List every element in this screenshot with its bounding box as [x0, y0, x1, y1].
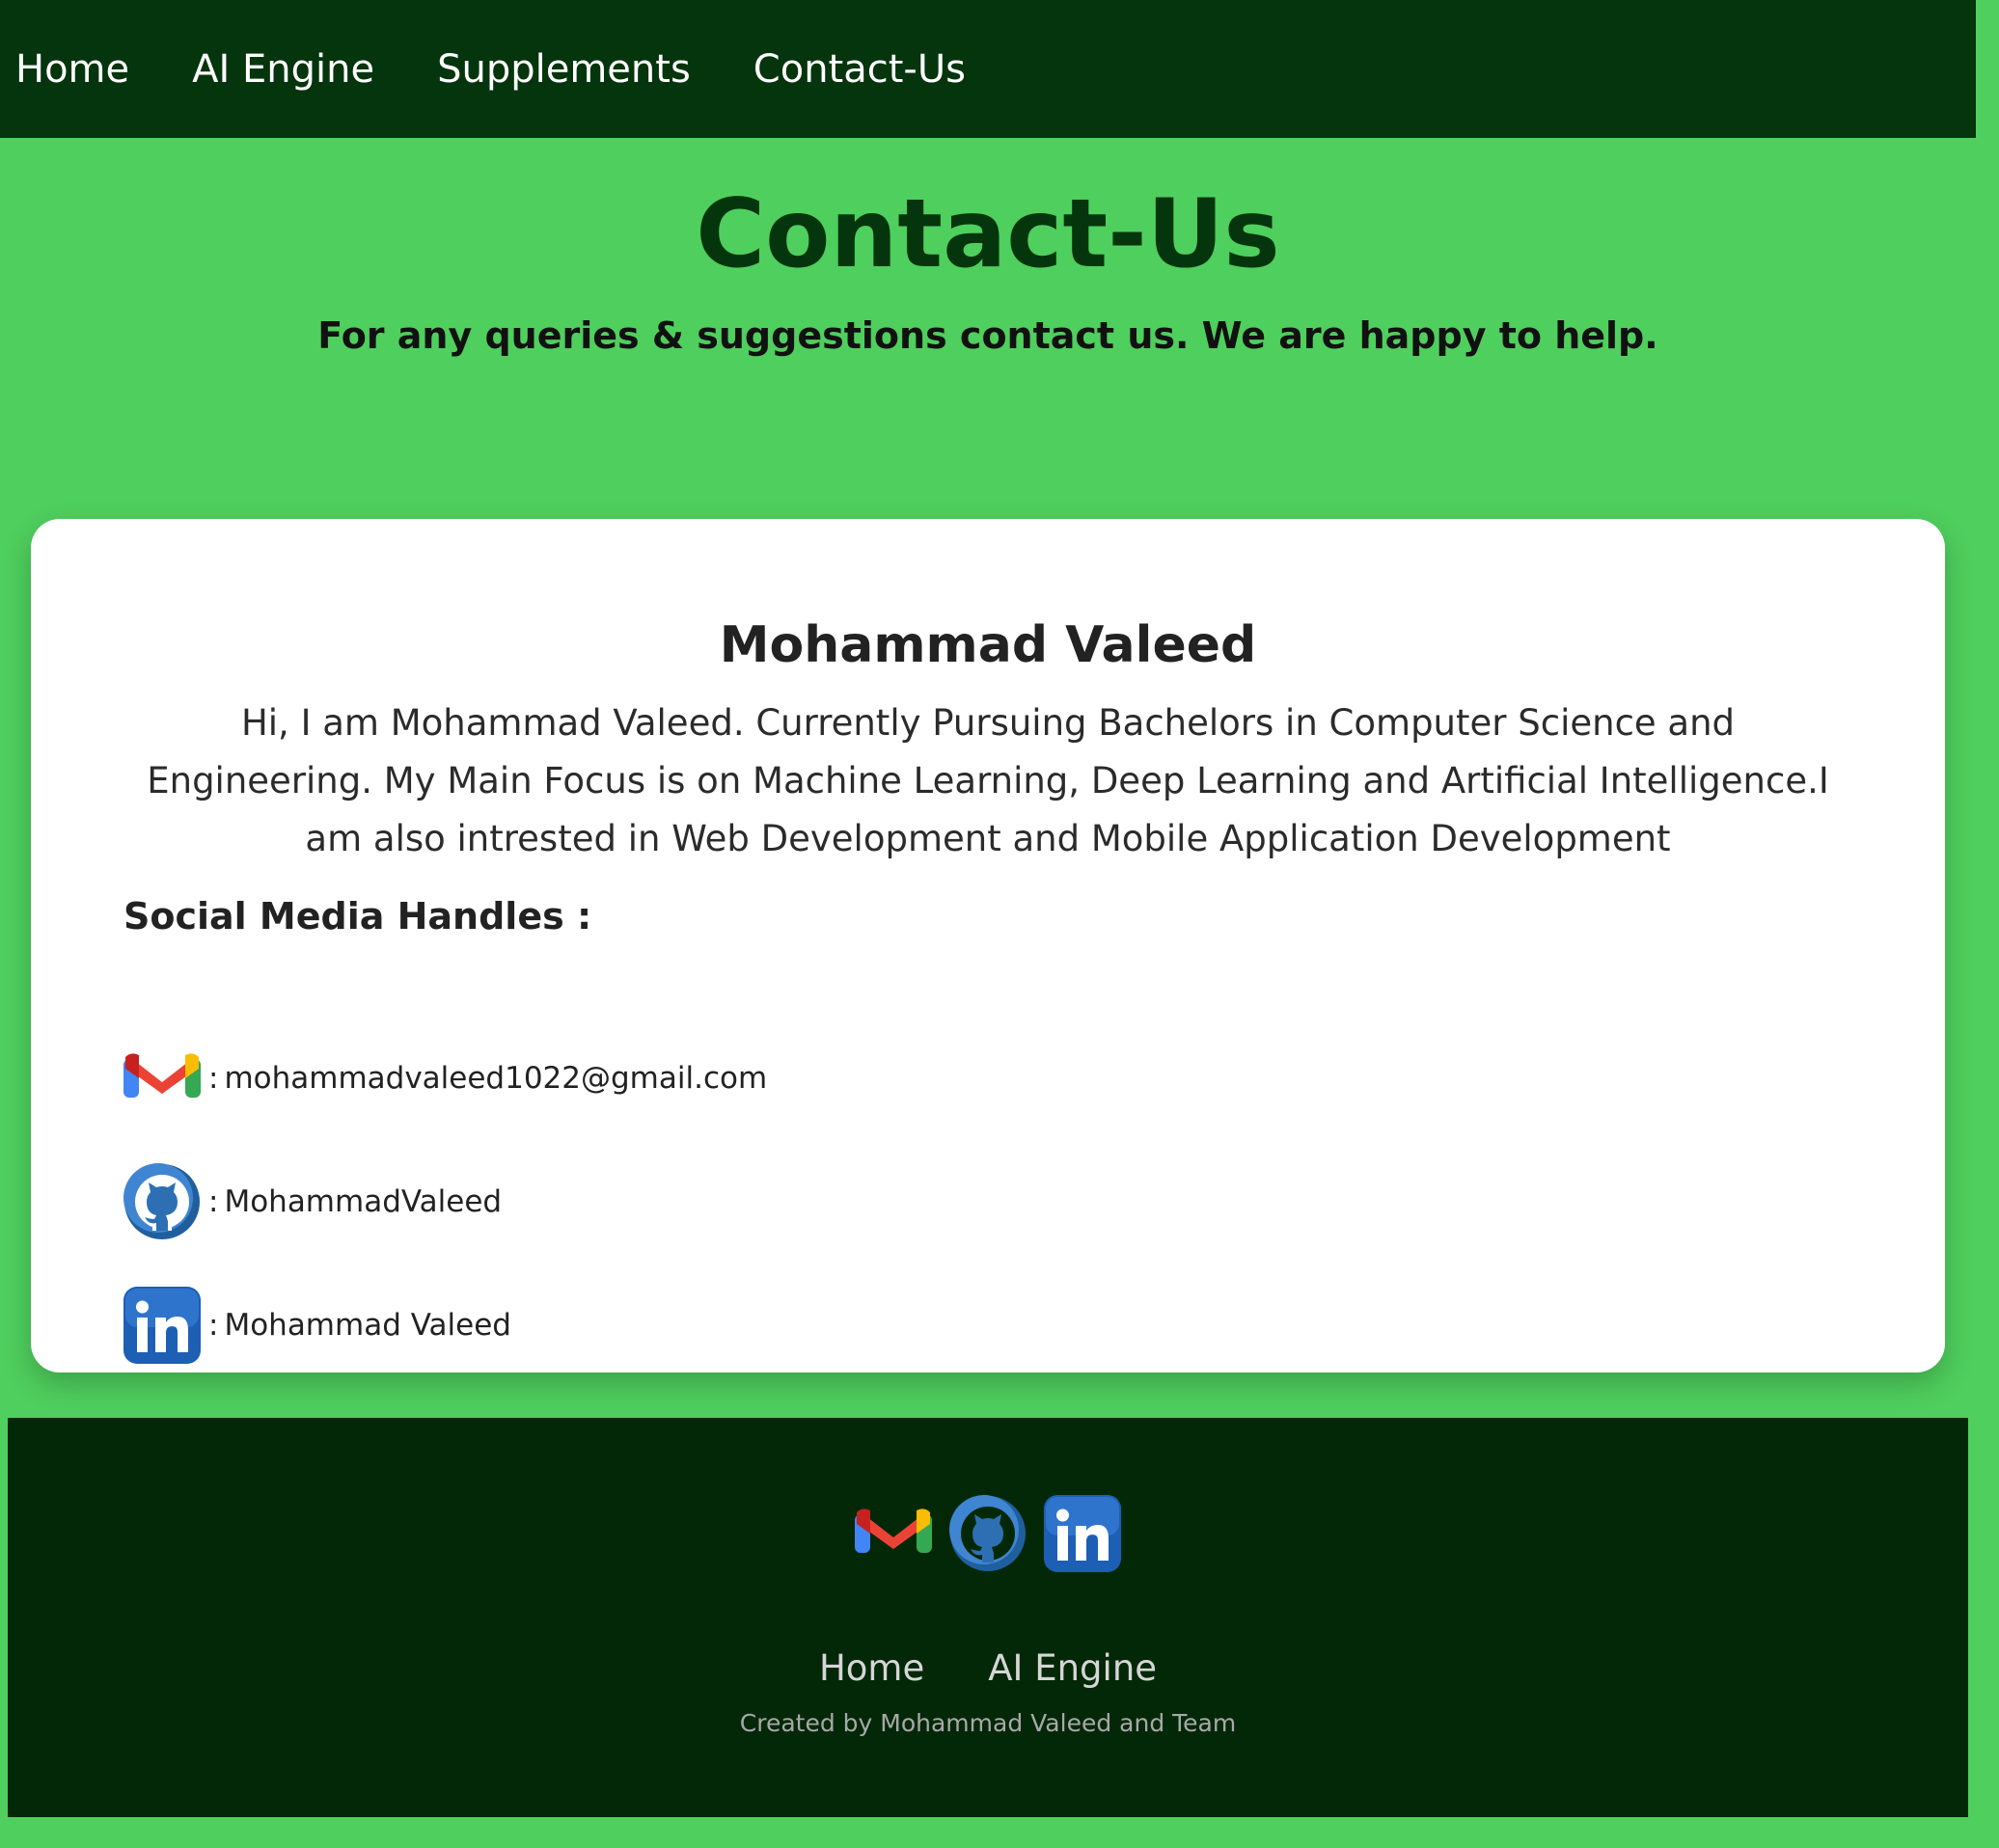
- linkedin-name[interactable]: Mohammad Valeed: [224, 1308, 511, 1343]
- separator-colon: :: [208, 1184, 219, 1219]
- page-title: Contact-Us: [696, 179, 1280, 289]
- footer-link-home[interactable]: Home: [819, 1648, 924, 1689]
- nav-link-ai-engine[interactable]: AI Engine: [192, 50, 374, 89]
- page-subtitle: For any queries & suggestions contact us…: [317, 314, 1658, 357]
- footer-social-icons: [8, 1495, 1968, 1572]
- profile-bio: Hi, I am Mohammad Valeed. Currently Purs…: [147, 702, 1829, 859]
- gmail-icon[interactable]: [123, 1040, 201, 1117]
- gmail-address[interactable]: mohammadvaleed1022@gmail.com: [224, 1061, 767, 1096]
- linkedin-icon[interactable]: [1044, 1495, 1121, 1572]
- nav-link-home[interactable]: Home: [15, 50, 129, 89]
- separator-colon: :: [208, 1061, 219, 1096]
- footer-links: Home AI Engine: [8, 1648, 1968, 1689]
- linkedin-icon[interactable]: [123, 1287, 201, 1364]
- separator-colon: :: [208, 1308, 219, 1343]
- profile-name: Mohammad Valeed: [719, 616, 1257, 674]
- footer-link-ai-engine[interactable]: AI Engine: [988, 1648, 1157, 1689]
- page: Home AI Engine Supplements Contact-Us Co…: [0, 0, 1999, 1848]
- footer-credit: Created by Mohammad Valeed and Team: [739, 1709, 1237, 1737]
- top-navbar: Home AI Engine Supplements Contact-Us: [0, 0, 1976, 138]
- nav-link-supplements[interactable]: Supplements: [437, 50, 691, 89]
- social-row-linkedin: : Mohammad Valeed: [123, 1287, 511, 1364]
- gmail-icon[interactable]: [855, 1495, 932, 1572]
- profile-card: Mohammad Valeed Hi, I am Mohammad Valeed…: [31, 519, 1945, 1372]
- github-username[interactable]: MohammadValeed: [224, 1184, 502, 1219]
- github-icon[interactable]: [123, 1163, 201, 1240]
- nav-link-contact-us[interactable]: Contact-Us: [753, 50, 966, 89]
- social-row-github: : MohammadValeed: [123, 1163, 502, 1240]
- social-media-heading: Social Media Handles :: [123, 895, 592, 938]
- social-row-gmail: : mohammadvaleed1022@gmail.com: [123, 1040, 767, 1117]
- github-icon[interactable]: [949, 1495, 1027, 1572]
- footer: Home AI Engine Created by Mohammad Valee…: [8, 1418, 1968, 1817]
